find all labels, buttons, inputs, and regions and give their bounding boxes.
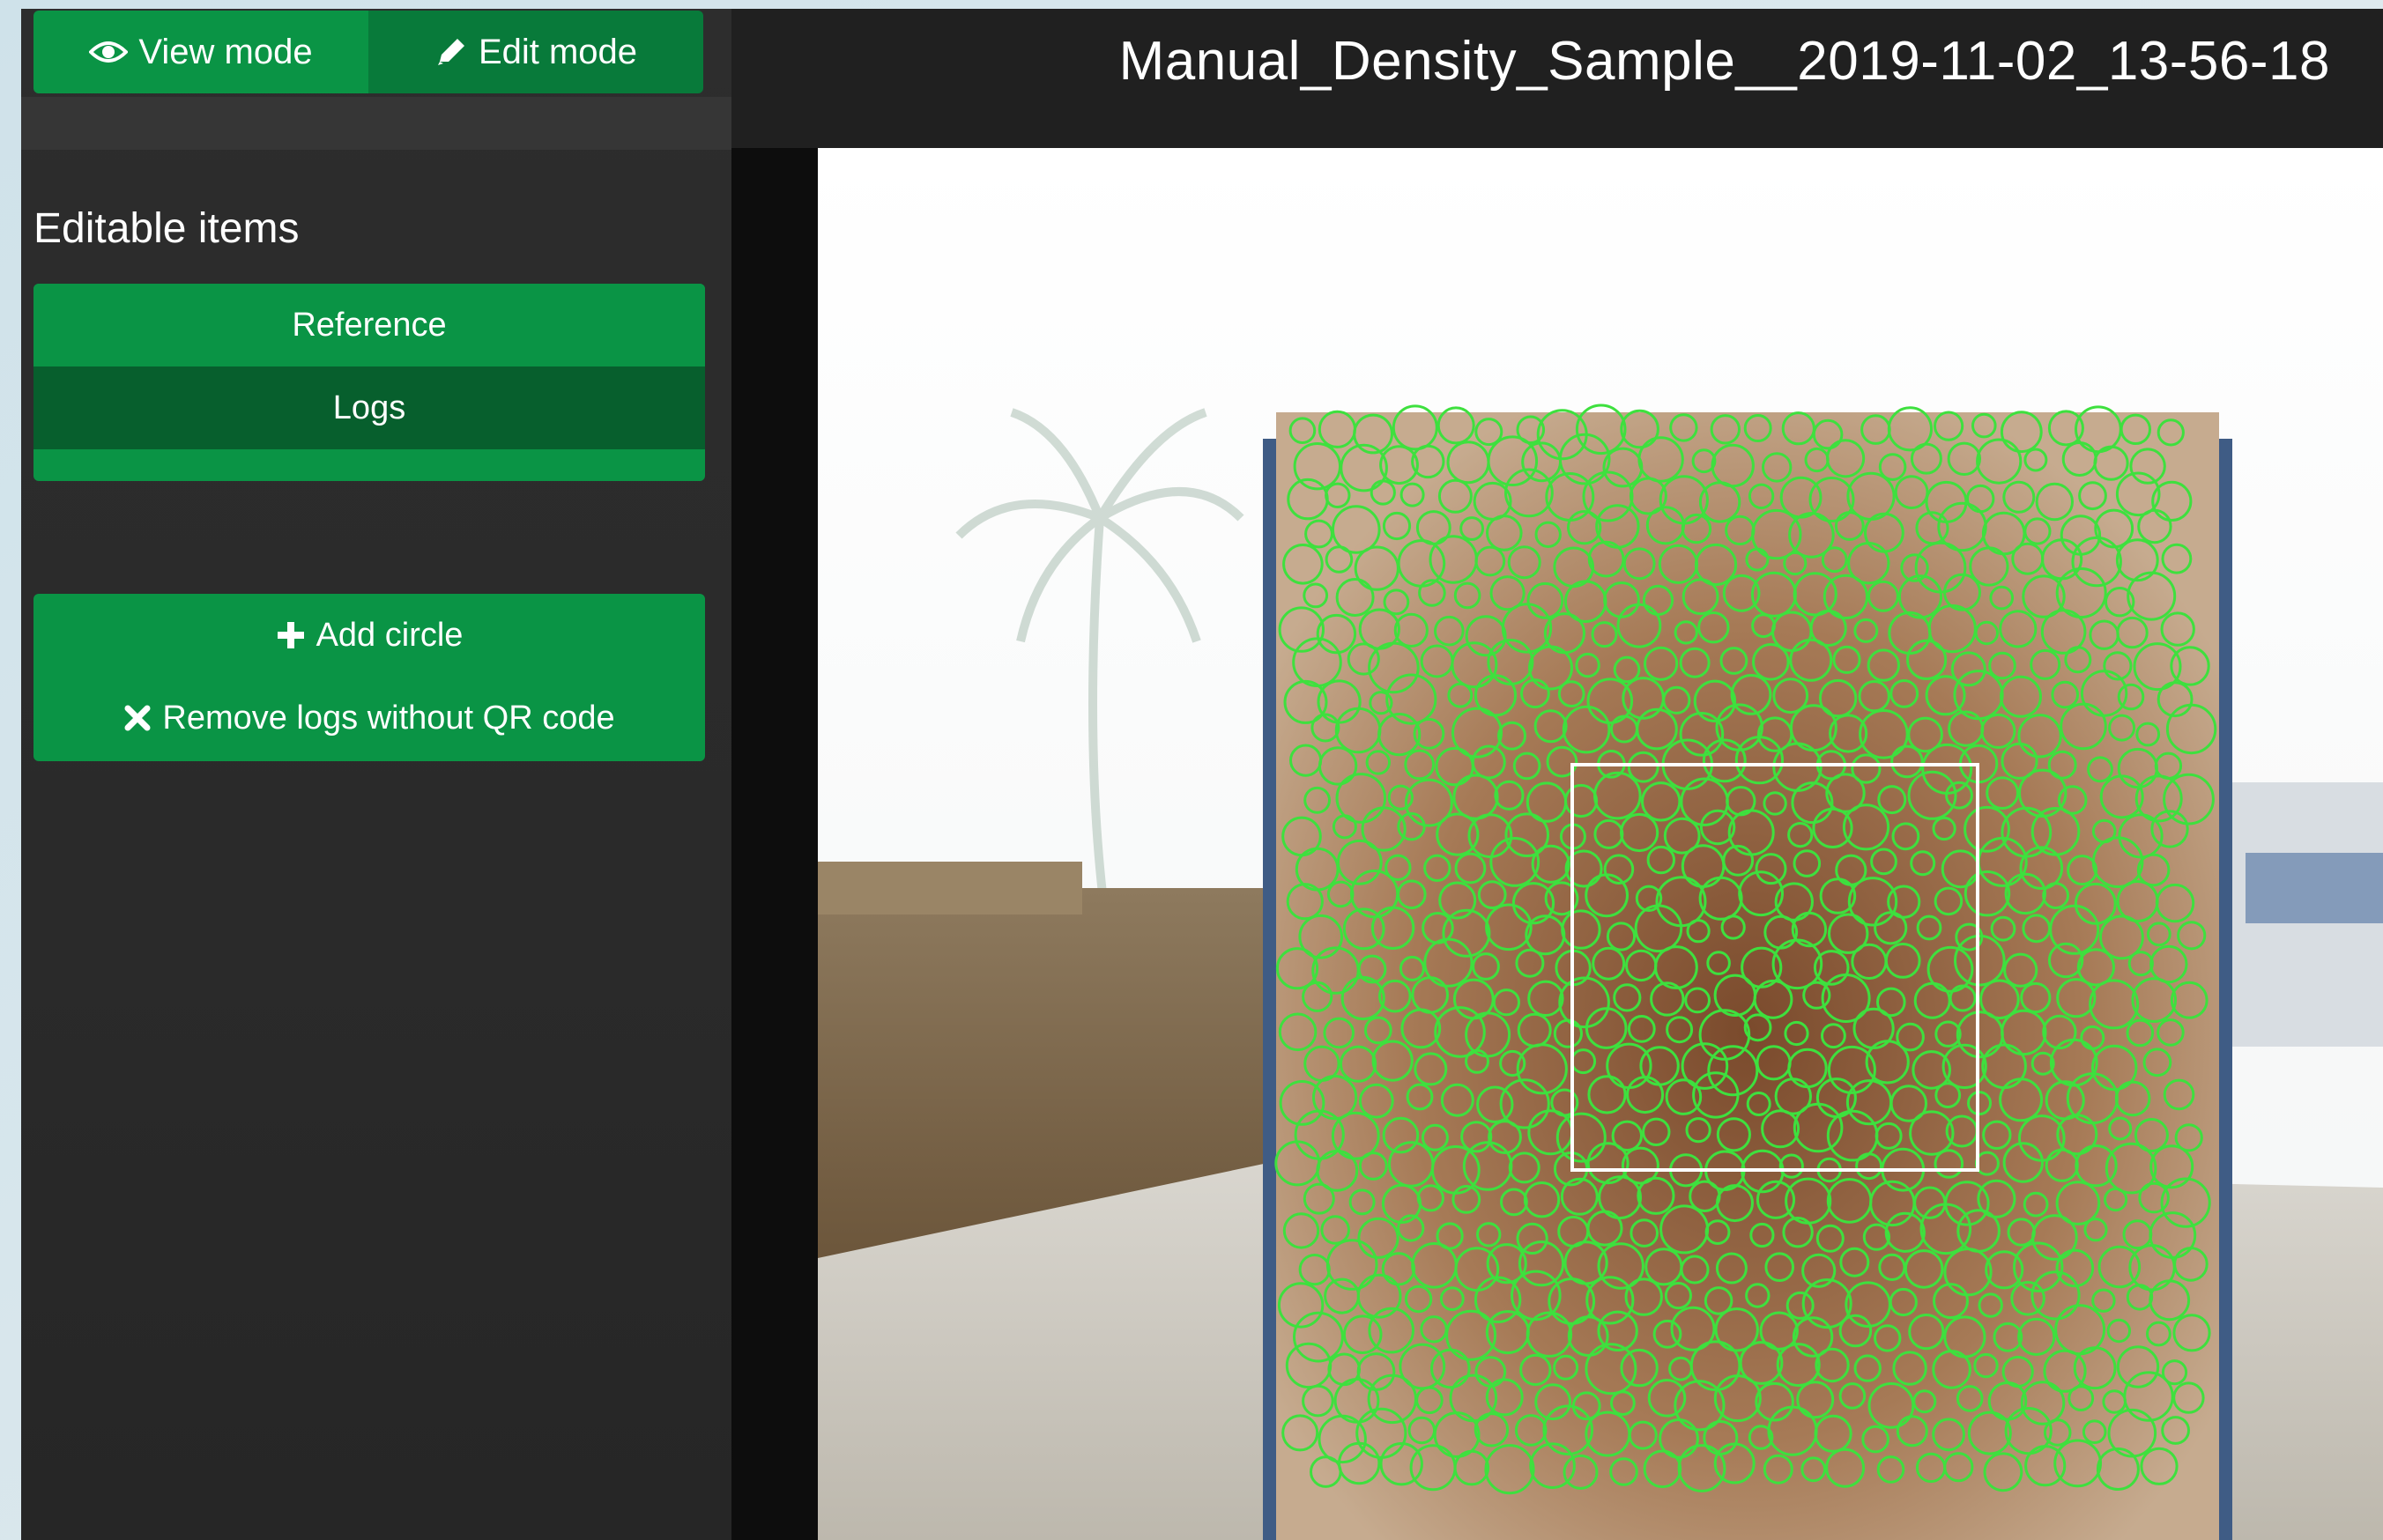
- sidebar-item-label: Reference: [292, 306, 447, 344]
- viewer-header: Manual_Density_Sample__2019-11-02_13-56-…: [731, 9, 2383, 148]
- remove-logs-without-qr-button[interactable]: Remove logs without QR code: [33, 677, 705, 759]
- editable-items-list: Reference Logs: [33, 284, 705, 481]
- edit-actions: Add circle Remove logs without QR code: [33, 594, 705, 761]
- sidebar-item-label: Logs: [332, 389, 406, 426]
- view-mode-button[interactable]: View mode: [33, 11, 368, 93]
- remove-logs-label: Remove logs without QR code: [162, 699, 615, 737]
- sidebar: View mode Edit mode Editable items Refer…: [21, 9, 731, 1540]
- plus-icon: [277, 622, 304, 648]
- file-title: Manual_Density_Sample__2019-11-02_13-56-…: [1118, 31, 2330, 92]
- view-mode-label: View mode: [138, 32, 313, 71]
- sidebar-item-logs[interactable]: Logs: [33, 366, 705, 449]
- sidebar-item-reference[interactable]: Reference: [33, 284, 705, 366]
- add-circle-button[interactable]: Add circle: [33, 594, 705, 677]
- annotation-canvas[interactable]: [818, 148, 2383, 1540]
- edit-mode-button[interactable]: Edit mode: [368, 11, 703, 93]
- add-circle-label: Add circle: [316, 616, 464, 654]
- times-icon: [124, 705, 151, 731]
- pencil-icon: [437, 39, 464, 65]
- edit-mode-label: Edit mode: [478, 32, 638, 71]
- image-viewer: [731, 148, 2383, 1540]
- app-window: View mode Edit mode Editable items Refer…: [21, 9, 2383, 1540]
- density-sample-box[interactable]: [1570, 763, 1979, 1172]
- mode-toggle: View mode Edit mode: [33, 11, 703, 93]
- mode-bar-spacer: [21, 97, 731, 150]
- eye-icon: [89, 41, 129, 63]
- editable-items-heading: Editable items: [33, 205, 300, 252]
